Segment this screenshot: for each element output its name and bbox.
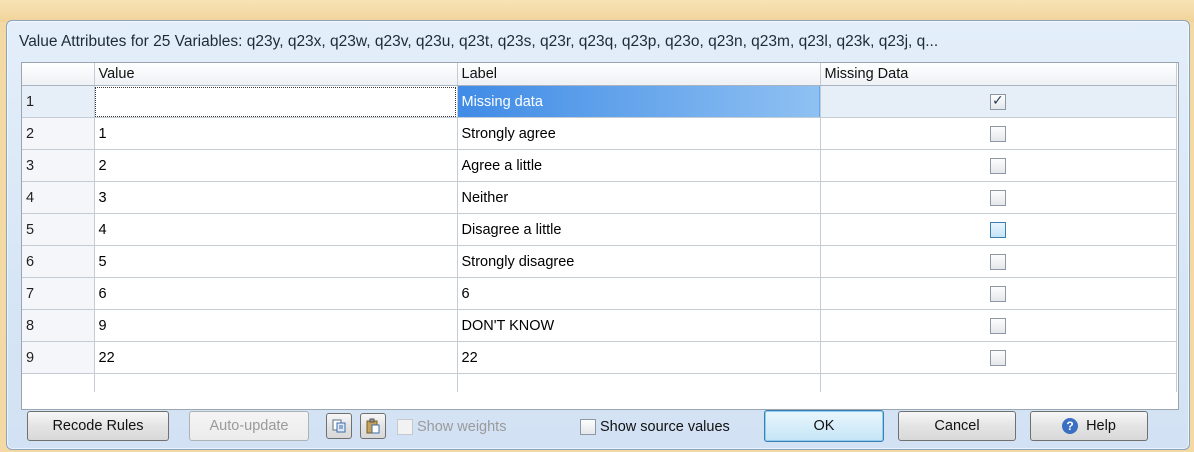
show-weights-box[interactable] [397, 419, 413, 435]
show-source-values-label: Show source values [600, 419, 730, 435]
value-cell[interactable]: 2 [94, 149, 458, 182]
value-cell[interactable]: 5 [94, 245, 458, 278]
missing-data-checkbox[interactable] [990, 317, 1006, 334]
missing-data-cell[interactable] [820, 341, 1177, 374]
table-row[interactable]: 1 Missing data [22, 85, 1177, 118]
label-cell[interactable]: Strongly agree [457, 117, 821, 150]
value-cell[interactable]: 1 [94, 117, 458, 150]
value-cell[interactable]: 22 [94, 341, 458, 374]
row-number[interactable]: 1 [22, 85, 95, 118]
show-weights-checkbox[interactable]: Show weights [397, 419, 506, 435]
missing-data-checkbox[interactable] [990, 221, 1006, 238]
value-cell[interactable]: 9 [94, 309, 458, 342]
empty-cell [457, 373, 821, 392]
help-button[interactable]: ? Help [1030, 411, 1148, 441]
value-attributes-dialog: Value Attributes for 25 Variables: q23y,… [6, 20, 1190, 450]
recode-rules-button[interactable]: Recode Rules [27, 411, 169, 441]
copy-button[interactable] [326, 413, 352, 439]
missing-data-cell[interactable] [820, 149, 1177, 182]
missing-data-checkbox[interactable] [990, 92, 1006, 110]
button-bar: Recode Rules Auto-update Show weights Sh… [7, 401, 1189, 447]
missing-data-cell[interactable] [820, 85, 1177, 118]
column-header-label[interactable]: Label [457, 63, 821, 86]
table-row[interactable]: 2 1 Strongly agree [22, 117, 1177, 150]
label-cell[interactable]: Missing data [457, 85, 821, 118]
table-row[interactable]: 766 [22, 277, 1177, 310]
row-number[interactable]: 7 [22, 277, 95, 310]
missing-data-cell[interactable] [820, 213, 1177, 246]
paste-icon [366, 418, 380, 434]
missing-data-cell[interactable] [820, 245, 1177, 278]
background-window [0, 0, 1194, 22]
ok-button[interactable]: OK [764, 410, 884, 442]
label-cell[interactable]: 6 [457, 277, 821, 310]
row-number[interactable]: 2 [22, 117, 95, 150]
missing-data-checkbox[interactable] [990, 285, 1006, 302]
label-cell[interactable]: Disagree a little [457, 213, 821, 246]
empty-cell [94, 373, 458, 392]
missing-data-checkbox[interactable] [990, 157, 1006, 174]
show-source-values-box[interactable] [580, 419, 596, 435]
missing-data-checkbox[interactable] [990, 125, 1006, 142]
value-cell[interactable]: 6 [94, 277, 458, 310]
missing-data-cell[interactable] [820, 277, 1177, 310]
help-button-label: Help [1086, 418, 1116, 434]
table-row[interactable]: 3 2 Agree a little [22, 149, 1177, 182]
table-row[interactable]: 4 3 Neither [22, 181, 1177, 214]
help-icon: ? [1062, 418, 1079, 434]
label-cell[interactable]: Strongly disagree [457, 245, 821, 278]
table-row[interactable]: 9 22 22 [22, 341, 1177, 374]
value-cell[interactable]: 4 [94, 213, 458, 246]
corner-header [22, 63, 95, 86]
label-cell[interactable]: Neither [457, 181, 821, 214]
missing-data-cell[interactable] [820, 181, 1177, 214]
row-number[interactable]: 8 [22, 309, 95, 342]
column-header-missing-data[interactable]: Missing Data [820, 63, 1177, 86]
cancel-button[interactable]: Cancel [898, 411, 1016, 441]
row-number[interactable]: 5 [22, 213, 95, 246]
dialog-title: Value Attributes for 25 Variables: q23y,… [19, 33, 939, 50]
table-row[interactable]: 5 4 Disagree a little [22, 213, 1177, 246]
show-source-values-checkbox[interactable]: Show source values [580, 419, 730, 435]
missing-data-cell[interactable] [820, 309, 1177, 342]
show-weights-label: Show weights [417, 419, 507, 435]
value-cell[interactable]: 3 [94, 181, 458, 214]
empty-cell [820, 373, 1177, 392]
auto-update-button[interactable]: Auto-update [189, 411, 309, 441]
row-number[interactable]: 3 [22, 149, 95, 182]
column-header-value[interactable]: Value [94, 63, 458, 86]
label-cell[interactable]: Agree a little [457, 149, 821, 182]
value-cell[interactable] [94, 85, 458, 118]
missing-data-checkbox[interactable] [990, 253, 1006, 270]
label-cell[interactable]: DON'T KNOW [457, 309, 821, 342]
table-row[interactable]: 8 9 DON'T KNOW [22, 309, 1177, 342]
row-number[interactable]: 4 [22, 181, 95, 214]
missing-data-checkbox[interactable] [990, 189, 1006, 206]
row-number[interactable]: 6 [22, 245, 95, 278]
grid-header-row: Value Label Missing Data [22, 63, 1177, 86]
missing-data-checkbox[interactable] [990, 349, 1006, 366]
value-attributes-grid[interactable]: Value Label Missing Data 1Missing data21… [21, 62, 1179, 410]
row-number[interactable]: 9 [22, 341, 95, 374]
label-cell[interactable]: 22 [457, 341, 821, 374]
missing-data-cell[interactable] [820, 117, 1177, 150]
copy-icon [332, 419, 346, 433]
paste-button[interactable] [360, 413, 386, 439]
empty-cell [22, 373, 95, 392]
table-row[interactable]: 6 5 Strongly disagree [22, 245, 1177, 278]
empty-row [22, 373, 1177, 392]
